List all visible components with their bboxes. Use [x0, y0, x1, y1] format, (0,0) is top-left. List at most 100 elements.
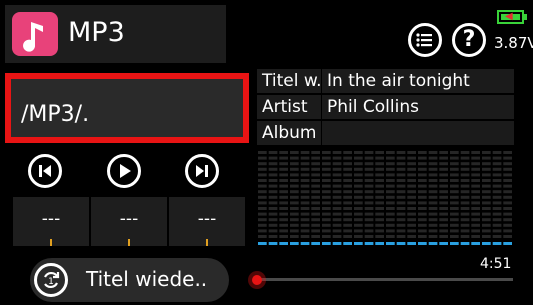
- spectrum-cell: [290, 184, 299, 188]
- spectrum-level-bar: [482, 242, 491, 245]
- spectrum-cell: [279, 156, 288, 160]
- spectrum-cell: [343, 195, 352, 199]
- info-row-artist: Artist Phil Collins: [257, 95, 514, 119]
- spectrum-cell: [450, 173, 459, 177]
- spectrum-cell: [311, 173, 320, 177]
- spectrum-cell: [300, 190, 310, 194]
- spectrum-level-bar: [439, 242, 448, 245]
- spectrum-cell: [460, 235, 470, 238]
- spectrum-cell: [322, 162, 331, 166]
- spectrum-cell: [418, 167, 427, 171]
- repeat-one-icon[interactable]: 1: [34, 263, 68, 297]
- spectrum-cell: [503, 201, 512, 205]
- spectrum-cell: [300, 229, 310, 233]
- spectrum-cell: [460, 212, 470, 216]
- spectrum-cell: [279, 207, 288, 210]
- spectrum-cell: [290, 195, 299, 199]
- control-slot-2[interactable]: ---: [91, 197, 167, 246]
- spectrum-cell: [460, 229, 470, 233]
- spectrum-level-bar: [343, 242, 352, 245]
- spectrum-cell: [460, 223, 470, 227]
- previous-track-button[interactable]: [28, 154, 62, 188]
- spectrum-cell: [290, 207, 299, 210]
- spectrum-cell: [471, 195, 480, 199]
- spectrum-cell: [290, 156, 299, 160]
- spectrum-cell: [268, 156, 278, 160]
- help-button[interactable]: ?: [452, 23, 486, 57]
- spectrum-cell: [450, 156, 459, 160]
- spectrum-cell: [268, 179, 278, 182]
- spectrum-cell: [428, 229, 438, 233]
- spectrum-cell: [428, 156, 438, 160]
- spectrum-cell: [343, 218, 352, 222]
- spectrum-cell: [450, 218, 459, 222]
- spectrum-cell: [471, 173, 480, 177]
- spectrum-cell: [375, 207, 384, 210]
- spectrum-cell: [322, 212, 331, 216]
- spectrum-cell: [439, 184, 448, 188]
- spectrum-cell: [332, 156, 342, 160]
- spectrum-cell: [268, 229, 278, 233]
- spectrum-cell: [364, 151, 374, 154]
- spectrum-cell: [322, 207, 331, 210]
- spectrum-cell: [290, 173, 299, 177]
- spectrum-cell: [482, 229, 491, 233]
- spectrum-cell: [407, 212, 416, 216]
- spectrum-cell: [343, 151, 352, 154]
- control-slot-3[interactable]: ---: [169, 197, 245, 246]
- spectrum-cell: [482, 156, 491, 160]
- spectrum-cell: [279, 151, 288, 154]
- spectrum-cell: [482, 235, 491, 238]
- spectrum-cell: [386, 156, 395, 160]
- spectrum-cell: [375, 201, 384, 205]
- spectrum-cell: [290, 179, 299, 182]
- spectrum-cell: [439, 195, 448, 199]
- folder-path-text: /MP3/.: [21, 102, 90, 127]
- seek-knob[interactable]: [252, 275, 262, 285]
- spectrum-cell: [300, 151, 310, 154]
- folder-path-field[interactable]: /MP3/.: [5, 73, 249, 143]
- spectrum-cell: [460, 190, 470, 194]
- spectrum-cell: [492, 156, 502, 160]
- control-slot-1[interactable]: ---: [13, 197, 89, 246]
- spectrum-cell: [279, 162, 288, 166]
- spectrum-cell: [460, 151, 470, 154]
- spectrum-cell: [343, 235, 352, 238]
- spectrum-cell: [492, 207, 502, 210]
- spectrum-cell: [492, 212, 502, 216]
- spectrum-cell: [300, 156, 310, 160]
- spectrum-cell: [460, 156, 470, 160]
- spectrum-cell: [471, 179, 480, 182]
- spectrum-cell: [492, 190, 502, 194]
- spectrum-cell: [460, 201, 470, 205]
- spectrum-cell: [322, 218, 331, 222]
- spectrum-cell: [386, 223, 395, 227]
- play-button[interactable]: [107, 154, 141, 188]
- spectrum-cell: [386, 235, 395, 238]
- spectrum-cell: [396, 223, 406, 227]
- spectrum-cell: [258, 207, 267, 210]
- spectrum-cell: [375, 151, 384, 154]
- spectrum-cell: [364, 207, 374, 210]
- spectrum-cell: [492, 201, 502, 205]
- slot-marker: [206, 239, 208, 246]
- list-button[interactable]: [408, 23, 442, 57]
- spectrum-cell: [354, 162, 363, 166]
- spectrum-cell: [258, 201, 267, 205]
- spectrum-level-bar: [290, 242, 299, 245]
- spectrum-cell: [258, 179, 267, 182]
- spectrum-cell: [503, 167, 512, 171]
- seek-bar[interactable]: [255, 278, 513, 281]
- next-track-button[interactable]: [185, 154, 219, 188]
- spectrum-cell: [482, 218, 491, 222]
- spectrum-cell: [300, 195, 310, 199]
- spectrum-cell: [492, 162, 502, 166]
- spectrum-cell: [332, 167, 342, 171]
- spectrum-cell: [407, 190, 416, 194]
- spectrum-cell: [460, 167, 470, 171]
- spectrum-cell: [418, 235, 427, 238]
- spectrum-cell: [450, 179, 459, 182]
- spectrum-level-bar: [428, 242, 438, 245]
- spectrum-cell: [471, 212, 480, 216]
- spectrum-cell: [460, 195, 470, 199]
